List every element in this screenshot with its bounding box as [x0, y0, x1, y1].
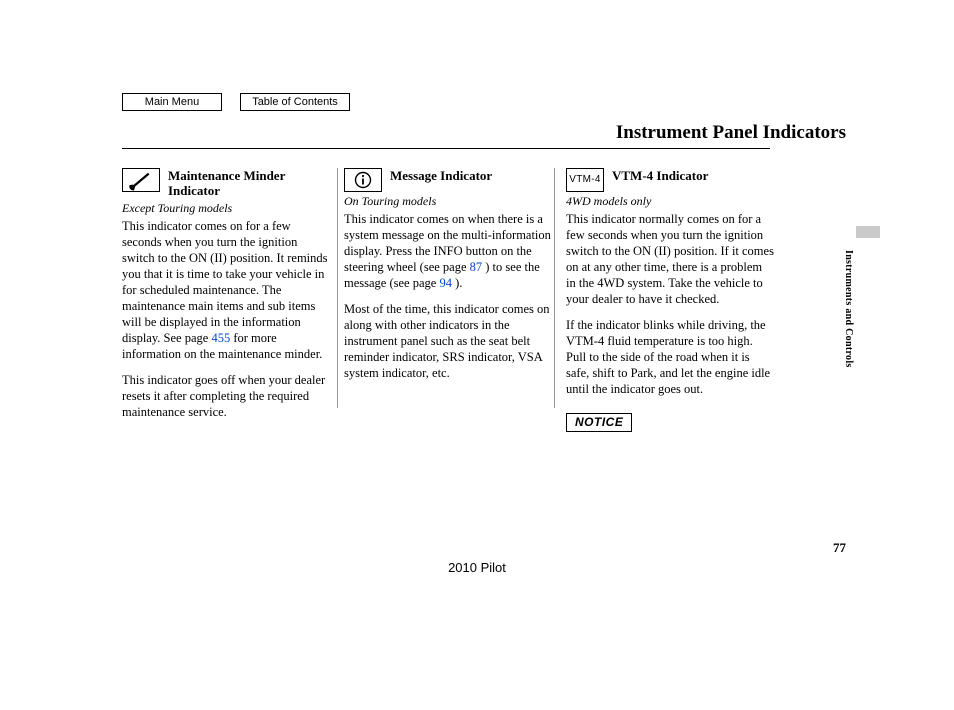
text: This indicator normally comes on for a f…: [566, 211, 774, 307]
text: This indicator comes on for a few second…: [122, 219, 328, 345]
main-menu-button[interactable]: Main Menu: [122, 93, 222, 111]
title-rule: [122, 148, 770, 149]
page-title: Instrument Panel Indicators: [616, 122, 846, 144]
side-tab: Instruments and Controls: [834, 230, 852, 380]
page-link-94[interactable]: 94: [439, 276, 452, 290]
nav-buttons: Main Menu Table of Contents: [122, 93, 350, 111]
heading-message: Message Indicator: [390, 168, 552, 184]
body-maintenance: This indicator comes on for a few second…: [122, 218, 330, 420]
body-message: This indicator comes on when there is a …: [344, 211, 552, 381]
notice-label: NOTICE: [566, 413, 632, 432]
column-vtm4: VTM-4 VTM-4 Indicator 4WD models only Th…: [566, 168, 774, 432]
subhead-message: On Touring models: [344, 194, 552, 209]
wrench-icon: [122, 168, 160, 192]
subhead-maintenance: Except Touring models: [122, 201, 330, 216]
heading-row: VTM-4 VTM-4 Indicator: [566, 168, 774, 192]
info-icon: [344, 168, 382, 192]
text: Most of the time, this indicator comes o…: [344, 301, 552, 381]
content-columns: Maintenance Minder Indicator Except Tour…: [122, 168, 782, 432]
toc-button[interactable]: Table of Contents: [240, 93, 350, 111]
page-link-455[interactable]: 455: [211, 331, 230, 345]
text: This indicator goes off when your dealer…: [122, 372, 330, 420]
page-link-87[interactable]: 87: [470, 260, 483, 274]
text: ).: [455, 276, 462, 290]
heading-row: Maintenance Minder Indicator: [122, 168, 330, 199]
column-maintenance: Maintenance Minder Indicator Except Tour…: [122, 168, 330, 432]
subhead-vtm4: 4WD models only: [566, 194, 774, 209]
heading-row: Message Indicator: [344, 168, 552, 192]
body-vtm4: This indicator normally comes on for a f…: [566, 211, 774, 432]
side-tab-label: Instruments and Controls: [843, 250, 854, 368]
heading-vtm4: VTM-4 Indicator: [612, 168, 774, 184]
heading-maintenance: Maintenance Minder Indicator: [168, 168, 330, 199]
column-message: Message Indicator On Touring models This…: [344, 168, 552, 432]
page-number: 77: [833, 540, 846, 556]
footer-model: 2010 Pilot: [0, 560, 954, 575]
side-tab-marker: [856, 226, 880, 238]
vtm4-icon: VTM-4: [566, 168, 604, 192]
text: If the indicator blinks while driving, t…: [566, 317, 774, 397]
